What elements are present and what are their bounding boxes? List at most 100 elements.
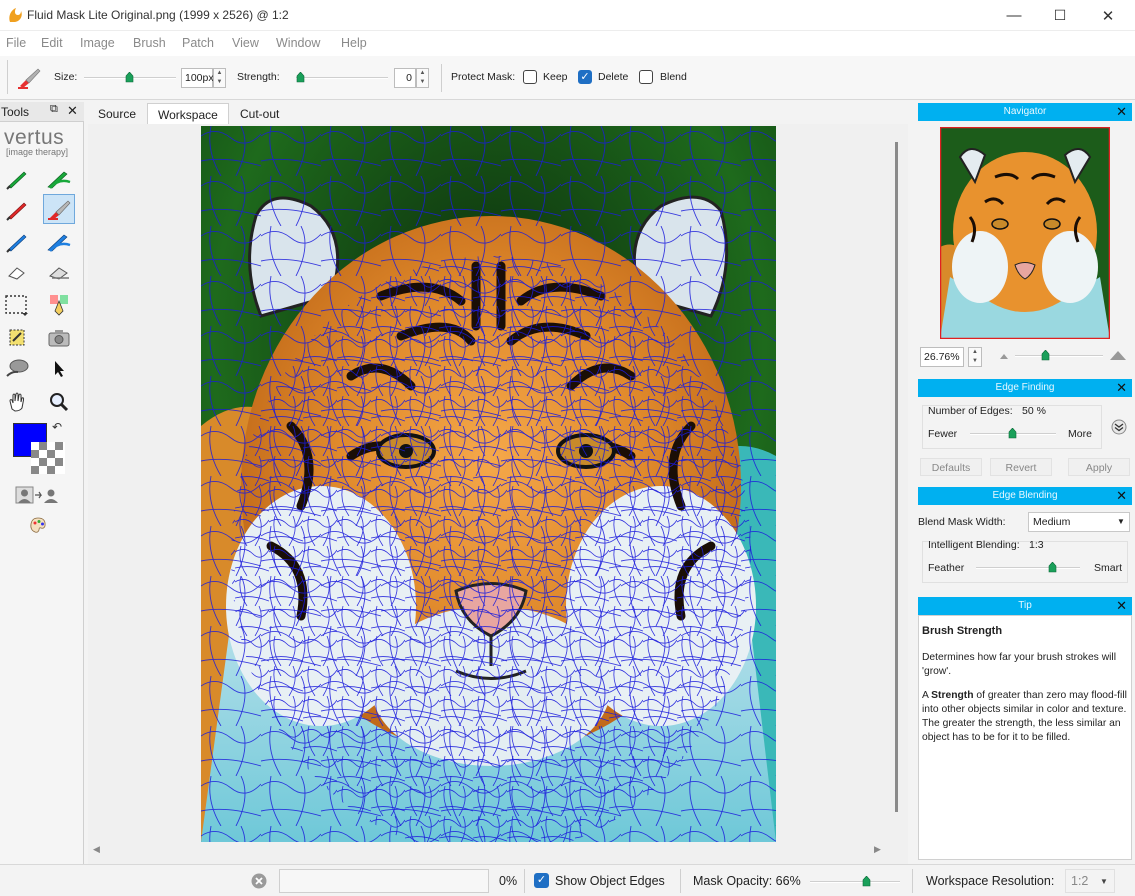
zoom-tool[interactable]: [43, 387, 75, 417]
close-tools-icon[interactable]: ✕: [67, 103, 78, 119]
palette-icon[interactable]: [28, 515, 48, 535]
green-local-brush-icon: [47, 171, 71, 189]
keep-brush-tool[interactable]: [1, 164, 33, 194]
magic-wand-tool[interactable]: [1, 323, 33, 353]
navigator-thumbnail[interactable]: [940, 127, 1110, 339]
select-object-icon: [9, 329, 25, 346]
delete-checkbox[interactable]: ✓: [578, 70, 592, 84]
blue-local-brush-icon: [47, 234, 71, 252]
transparent-checker-swatch[interactable]: [31, 442, 65, 474]
strength-spinner[interactable]: ▲ ▼: [416, 68, 429, 88]
toolbar-grip: [7, 60, 8, 94]
swap-colors-icon[interactable]: ↶: [52, 420, 62, 434]
expand-options-icon[interactable]: [1111, 419, 1127, 435]
keep-checkbox[interactable]: [523, 70, 537, 84]
blend-checkbox[interactable]: [639, 70, 653, 84]
show-object-edges-checkbox[interactable]: ✓: [534, 873, 549, 888]
tab-workspace[interactable]: Workspace: [147, 103, 229, 125]
tools-panel: Tools ⧉ ✕ vertus [image therapy] ↶: [0, 102, 84, 896]
dock-icon[interactable]: ⧉: [50, 103, 58, 116]
minimize-button[interactable]: —: [991, 0, 1037, 31]
patch-pen-icon: [50, 295, 68, 316]
vertical-scrollbar-thumb[interactable]: [895, 142, 898, 812]
tab-cut-out[interactable]: Cut-out: [230, 103, 289, 125]
menu-image[interactable]: Image: [80, 36, 115, 50]
selection-tool[interactable]: [1, 290, 33, 320]
red-brush-icon: [6, 202, 27, 221]
menu-edit[interactable]: Edit: [41, 36, 63, 50]
delete-local-brush-tool[interactable]: [43, 194, 75, 224]
vertus-logo-subtitle: [image therapy]: [6, 147, 69, 157]
menu-help[interactable]: Help: [341, 36, 367, 50]
blend-brush-tool[interactable]: [1, 227, 33, 257]
delete-brush-tool[interactable]: [1, 195, 33, 225]
toolbar-separator: [441, 64, 442, 92]
fluid-mask-app-icon: [9, 8, 22, 22]
local-eraser-icon: [49, 267, 69, 280]
keep-label: Keep: [543, 71, 568, 83]
show-object-edges-label: Show Object Edges: [555, 874, 665, 888]
defaults-button[interactable]: Defaults: [920, 458, 982, 476]
size-spinner[interactable]: ▲ ▼: [213, 68, 226, 88]
strength-slider-thumb[interactable]: [296, 72, 305, 83]
blending-slider-track[interactable]: [976, 567, 1080, 569]
snapshot-tool[interactable]: [43, 323, 75, 353]
zoom-spinner[interactable]: ▲ ▼: [968, 347, 982, 367]
close-window-button[interactable]: ✕: [1085, 0, 1131, 31]
edge-finding-header: Edge Finding ✕: [918, 379, 1132, 397]
tip-heading: Brush Strength: [922, 625, 1003, 637]
menu-brush[interactable]: Brush: [133, 36, 166, 50]
cancel-progress-icon[interactable]: [251, 873, 267, 889]
size-input[interactable]: 100px: [181, 68, 214, 88]
blend-local-brush-tool[interactable]: [43, 227, 75, 257]
menu-patch[interactable]: Patch: [182, 36, 214, 50]
smudge-tool[interactable]: [1, 354, 33, 384]
hand-icon: [9, 392, 25, 412]
number-of-edges-label: Number of Edges:: [928, 405, 1013, 417]
pointer-tool[interactable]: [43, 354, 75, 384]
patch-pen-tool[interactable]: [43, 290, 75, 320]
local-eraser-tool[interactable]: [43, 258, 75, 288]
zoom-slider-thumb[interactable]: [1041, 350, 1050, 361]
workspace-resolution-select[interactable]: 1:2 ▼: [1065, 869, 1115, 893]
smudge-icon: [6, 359, 29, 377]
menu-view[interactable]: View: [232, 36, 259, 50]
blue-brush-icon: [6, 234, 27, 253]
intelligent-blending-label: Intelligent Blending:: [928, 539, 1020, 551]
edges-slider-thumb[interactable]: [1008, 428, 1017, 439]
intelligent-blending-value: 1:3: [1029, 539, 1044, 551]
workspace-canvas[interactable]: ◀ ▶: [88, 124, 908, 864]
blend-mask-width-select[interactable]: Medium ▼: [1028, 512, 1130, 532]
edge-blending-panel: Blend Mask Width: Medium ▼ Intelligent B…: [918, 505, 1132, 591]
close-edge-blending-icon[interactable]: ✕: [1116, 487, 1127, 505]
zoom-in-icon[interactable]: [1108, 349, 1128, 361]
menu-bar: File Edit Image Brush Patch View Window …: [0, 31, 1135, 56]
mask-opacity-slider-track[interactable]: [810, 881, 900, 883]
eraser-tool[interactable]: [1, 258, 33, 288]
zoom-slider-track[interactable]: [1015, 355, 1103, 357]
mask-opacity-slider-thumb[interactable]: [862, 876, 871, 887]
close-edge-finding-icon[interactable]: ✕: [1116, 379, 1127, 397]
close-navigator-icon[interactable]: ✕: [1116, 103, 1127, 121]
scroll-right-arrow[interactable]: ▶: [874, 844, 881, 855]
scroll-left-arrow[interactable]: ◀: [93, 844, 100, 855]
apply-button[interactable]: Apply: [1068, 458, 1130, 476]
zoom-input[interactable]: 26.76%: [920, 347, 964, 367]
view-compare-icon[interactable]: [15, 485, 61, 507]
menu-window[interactable]: Window: [276, 36, 320, 50]
strength-slider-track[interactable]: [296, 77, 388, 79]
strength-input[interactable]: 0: [394, 68, 416, 88]
size-slider-thumb[interactable]: [125, 72, 134, 83]
hand-tool[interactable]: [1, 387, 33, 417]
red-local-brush-icon: [48, 200, 71, 220]
delete-label: Delete: [598, 71, 629, 83]
maximize-button[interactable]: ☐: [1037, 0, 1083, 31]
revert-button[interactable]: Revert: [990, 458, 1052, 476]
tiger-image[interactable]: [201, 126, 776, 842]
zoom-out-icon[interactable]: [997, 351, 1011, 361]
keep-local-brush-tool[interactable]: [43, 164, 75, 194]
tab-source[interactable]: Source: [88, 103, 146, 125]
menu-file[interactable]: File: [6, 36, 26, 50]
blending-slider-thumb[interactable]: [1048, 562, 1057, 573]
close-tip-icon[interactable]: ✕: [1116, 597, 1127, 615]
